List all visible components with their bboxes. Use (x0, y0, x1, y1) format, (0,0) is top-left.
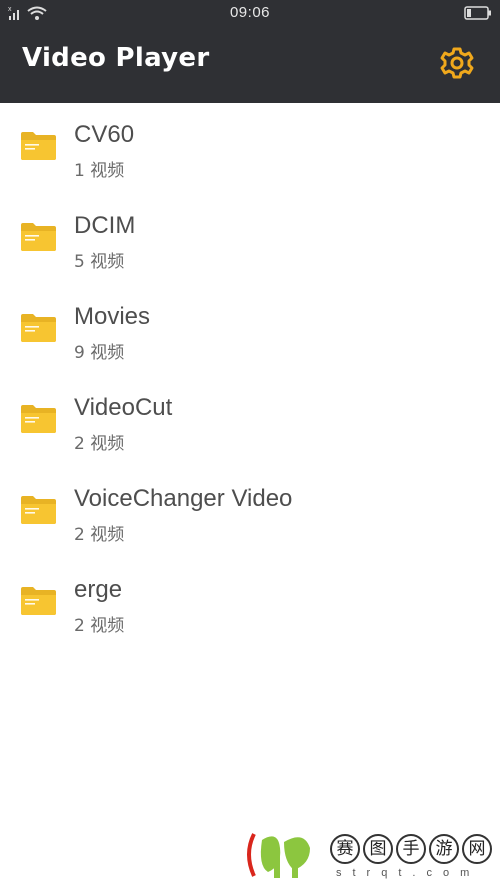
folder-name: erge (74, 576, 123, 603)
watermark-char: 手 (396, 834, 426, 864)
folder-video-count: 9 视频 (74, 343, 125, 363)
folder-name: VideoCut (74, 394, 173, 421)
folder-icon (20, 222, 57, 252)
folder-item[interactable]: erge 2 视频 (0, 558, 500, 649)
folder-video-count: 2 视频 (74, 525, 125, 545)
folder-video-count: 2 视频 (74, 434, 125, 454)
folder-item[interactable]: VideoCut 2 视频 (0, 376, 500, 467)
folder-icon (20, 586, 57, 616)
folder-list: CV60 1 视频 DCIM 5 视频 Movies 9 视频 VideoCut 2 视频 Vo… (0, 103, 500, 649)
folder-item[interactable]: Movies 9 视频 (0, 285, 500, 376)
folder-item[interactable]: CV60 1 视频 (0, 103, 500, 194)
folder-icon (20, 131, 57, 161)
watermark-char: 图 (363, 834, 393, 864)
folder-item[interactable]: VoiceChanger Video 2 视频 (0, 467, 500, 558)
status-bar: x 09:06 (0, 0, 500, 26)
folder-icon (20, 313, 57, 343)
app-bar: x 09:06 Video Player (0, 0, 500, 103)
folder-video-count: 2 视频 (74, 616, 125, 636)
watermark-char: 赛 (330, 834, 360, 864)
folder-icon (20, 495, 57, 525)
watermark-text: 赛 图 手 游 网 (330, 834, 492, 864)
battery-icon (464, 6, 491, 20)
watermark-url: strqt.com (336, 867, 481, 879)
folder-name: VoiceChanger Video (74, 485, 293, 512)
folder-name: CV60 (74, 121, 135, 148)
folder-name: DCIM (74, 212, 136, 239)
watermark-logo (247, 833, 310, 878)
watermark-char: 游 (429, 834, 459, 864)
folder-name: Movies (74, 303, 151, 330)
status-time: 09:06 (229, 4, 271, 21)
folder-icon (20, 404, 57, 434)
watermark-char: 网 (462, 834, 492, 864)
folder-video-count: 1 视频 (74, 161, 125, 181)
gear-icon[interactable] (440, 46, 474, 80)
folder-video-count: 5 视频 (74, 252, 125, 272)
app-title: Video Player (22, 43, 210, 73)
folder-item[interactable]: DCIM 5 视频 (0, 194, 500, 285)
watermark: 赛 图 手 游 网 strqt.com (244, 826, 494, 886)
